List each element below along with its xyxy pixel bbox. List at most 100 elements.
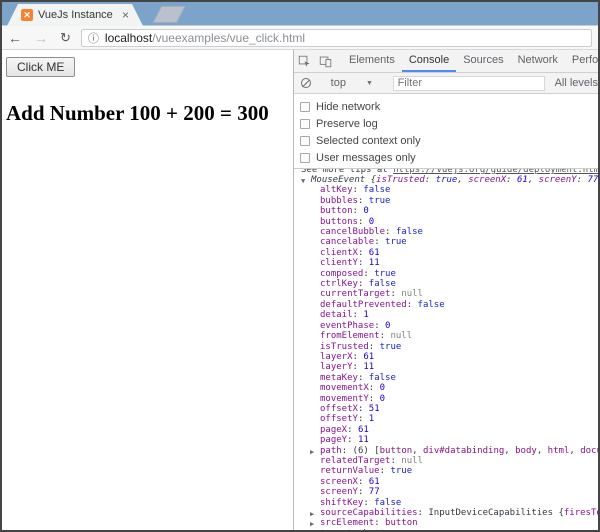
console-text: 0 [380, 383, 385, 393]
console-text: pageY [320, 435, 347, 445]
console-line: offsetX: 51 [299, 404, 598, 414]
console-line: altKey: false [299, 185, 598, 195]
devtools-tab-performance[interactable]: Performance [565, 50, 598, 72]
console-text: : [374, 237, 385, 247]
checkbox-unchecked[interactable] [300, 102, 310, 112]
checkbox-unchecked[interactable] [300, 136, 310, 146]
console-text: : [358, 217, 369, 227]
checkbox-unchecked[interactable] [300, 119, 310, 129]
devtools-tab-network[interactable]: Network [511, 50, 565, 72]
console-text: : [353, 362, 364, 372]
console-text: defaultPrevented [320, 300, 407, 310]
console-text: 0 [363, 206, 368, 216]
console-text: : [347, 435, 358, 445]
tab-close-icon[interactable]: × [122, 8, 129, 22]
tab-title: VueJs Instance [38, 9, 118, 21]
console-text: : [380, 466, 391, 476]
console-filter-input[interactable] [393, 76, 545, 91]
console-text: : [506, 175, 517, 185]
console-text: isTrusted [376, 175, 425, 185]
console-setting-label: Preserve log [316, 118, 378, 130]
console-text: 77 [587, 175, 598, 185]
console-text: : [353, 185, 364, 195]
xampp-favicon-icon: ✕ [21, 9, 33, 21]
console-text: currentTarget [320, 289, 390, 299]
console-text: true [436, 175, 458, 185]
console-text: offsetX [320, 404, 358, 414]
web-page: Click ME Add Number 100 + 200 = 300 [2, 50, 293, 530]
console-text: 11 [363, 362, 374, 372]
console-text: false [369, 279, 396, 289]
devtools-tab-sources[interactable]: Sources [456, 50, 510, 72]
console-text: : [358, 248, 369, 258]
console-text: : [385, 227, 396, 237]
console-text: fromElement [320, 331, 380, 341]
device-toolbar-icon[interactable] [315, 50, 336, 72]
console-text: cancelable [320, 237, 374, 247]
console-text: button [380, 446, 413, 456]
console-text: : [358, 258, 369, 268]
console-text: true [369, 196, 391, 206]
console-text: composed [320, 269, 363, 279]
console-text: 1 [369, 414, 374, 424]
console-text: null [390, 331, 412, 341]
console-line: movementY: 0 [299, 394, 598, 404]
reload-button[interactable]: ↻ [54, 27, 77, 49]
console-text: 61 [369, 248, 380, 258]
clear-console-icon[interactable] [301, 78, 311, 88]
console-line: layerX: 61 [299, 352, 598, 362]
console-text: false [369, 373, 396, 383]
page-info-icon[interactable]: ⓘ [88, 30, 99, 46]
console-text: (6) [353, 446, 375, 456]
inspect-element-icon[interactable] [294, 50, 315, 72]
console-text: MouseEvent [311, 175, 371, 185]
execution-context-selector[interactable]: top ▼ [325, 77, 379, 89]
console-line: ▶srcElement: button [299, 518, 598, 528]
console-text: button [363, 529, 396, 530]
console-text: InputDeviceCapabilities [428, 508, 558, 518]
console-text: screenX [468, 175, 506, 185]
console-text: relatedTarget [320, 456, 390, 466]
console-text: false [396, 227, 423, 237]
url-path: /vueexamples/vue_click.html [152, 31, 305, 45]
console-line: currentTarget: null [299, 289, 598, 299]
console-text: : [425, 175, 436, 185]
console-line: relatedTarget: null [299, 456, 598, 466]
console-line: returnValue: true [299, 466, 598, 476]
checkbox-unchecked[interactable] [300, 153, 310, 163]
click-me-button[interactable]: Click ME [6, 57, 75, 77]
address-bar[interactable]: ⓘ localhost/vueexamples/vue_click.html [81, 29, 592, 47]
console-text: : [363, 269, 374, 279]
log-levels-selector[interactable]: All levels [555, 77, 598, 89]
console-text: : [358, 477, 369, 487]
console-text: : [407, 300, 418, 310]
devtools-tabbar: ElementsConsoleSourcesNetworkPerformance… [294, 50, 598, 73]
console-text: : [369, 342, 380, 352]
browser-tab[interactable]: ✕ VueJs Instance × [7, 4, 143, 26]
console-text: detail [320, 310, 353, 320]
console-text: pageX [320, 425, 347, 435]
console-text: clientY [320, 258, 358, 268]
devtools-tab-console[interactable]: Console [402, 50, 456, 72]
new-tab-button[interactable] [153, 6, 186, 23]
back-button[interactable]: ← [2, 27, 28, 49]
console-text: isTrusted [320, 342, 369, 352]
console-text: metaKey [320, 373, 358, 383]
console-line: detail: 1 [299, 310, 598, 320]
console-lines: See more tips at https://vuejs.org/guide… [299, 169, 598, 530]
console-line: screenX: 61 [299, 477, 598, 487]
console-text: true [390, 466, 412, 476]
devtools-tab-elements[interactable]: Elements [342, 50, 402, 72]
console-text: : [347, 425, 358, 435]
console-text: : [418, 508, 429, 518]
console-text: : [358, 404, 369, 414]
console-text: cancelBubble [320, 227, 385, 237]
console-text: : [358, 373, 369, 383]
console-text: movementX [320, 383, 369, 393]
forward-button: → [28, 27, 54, 49]
console-line: isTrusted: true [299, 342, 598, 352]
chevron-down-icon: ▼ [366, 80, 373, 87]
console-text: , [528, 175, 539, 185]
console-text: 61 [363, 352, 374, 362]
console-line: eventPhase: 0 [299, 321, 598, 331]
